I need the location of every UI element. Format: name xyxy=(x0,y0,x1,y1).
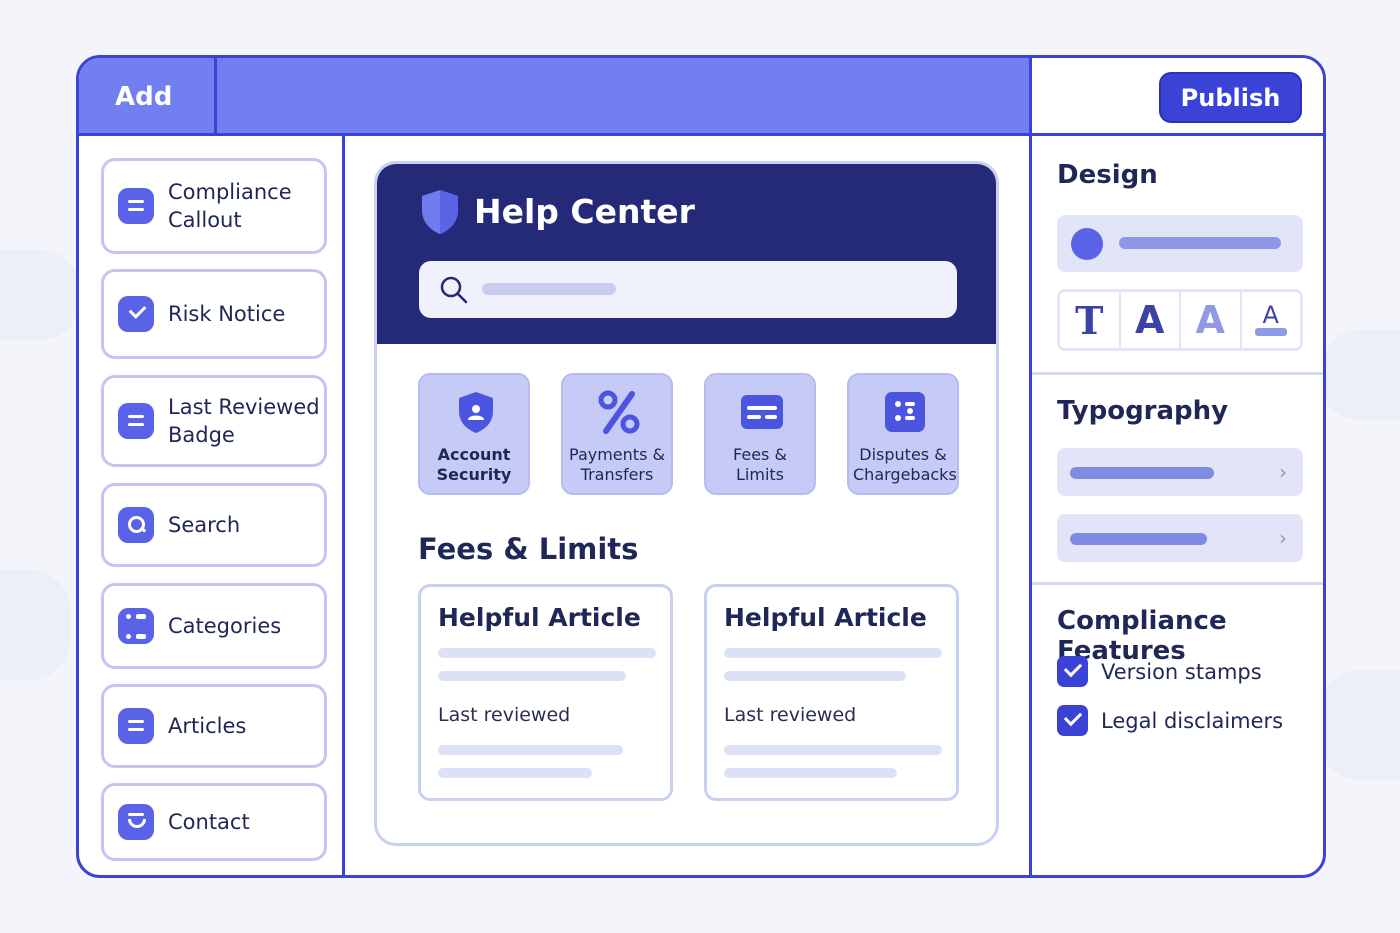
publish-button[interactable]: Publish xyxy=(1159,72,1302,123)
text-placeholder xyxy=(438,745,623,755)
page-title: Help Center xyxy=(474,192,695,231)
article-title: Helpful Article xyxy=(724,603,927,632)
builder-window: Add Publish Compliance Callout Risk Noti… xyxy=(76,55,1326,878)
category-label: Disputes & Chargebacks xyxy=(853,445,957,484)
divider xyxy=(1032,582,1323,585)
help-center-header: Help Center xyxy=(377,164,996,344)
canvas: Help Center Account Security Payments & … xyxy=(345,136,1029,875)
search-placeholder xyxy=(482,283,616,295)
sidebar-item-risk-notice[interactable]: Risk Notice xyxy=(101,269,327,359)
underline-letter: A xyxy=(1262,301,1279,329)
help-center-preview[interactable]: Help Center Account Security Payments & … xyxy=(374,161,999,846)
text-placeholder xyxy=(438,768,592,778)
feature-label: Version stamps xyxy=(1101,659,1262,684)
search-icon xyxy=(118,507,154,543)
font-option-light[interactable]: A xyxy=(1181,292,1242,348)
color-value-placeholder xyxy=(1119,237,1281,249)
option-placeholder xyxy=(1070,467,1214,479)
background-shape xyxy=(1320,670,1400,780)
font-style-picker: T A A A xyxy=(1057,289,1303,351)
lines-icon xyxy=(118,403,154,439)
chevron-right-icon: › xyxy=(1279,460,1287,484)
grid-icon xyxy=(118,608,154,644)
feature-label: Legal disclaimers xyxy=(1101,708,1284,733)
typography-option[interactable]: › xyxy=(1057,448,1303,496)
last-reviewed-label: Last reviewed xyxy=(438,704,571,726)
sidebar-item-categories[interactable]: Categories xyxy=(101,583,327,669)
text-placeholder xyxy=(724,768,897,778)
shield-user-icon xyxy=(459,392,493,433)
background-shape xyxy=(0,250,80,340)
sidebar-item-label: Articles xyxy=(168,714,247,738)
category-label: Payments & Transfers xyxy=(569,445,665,484)
category-tile-disputes[interactable]: Disputes & Chargebacks xyxy=(847,373,959,495)
article-title: Helpful Article xyxy=(438,603,641,632)
background-shape xyxy=(1320,330,1400,420)
divider xyxy=(1032,372,1323,375)
sidebar-item-label: Compliance Callout xyxy=(168,180,292,232)
checkbox-checked-icon[interactable] xyxy=(1057,656,1088,687)
color-swatch[interactable] xyxy=(1071,228,1103,260)
top-toolbar: Add xyxy=(79,58,1029,136)
text-placeholder xyxy=(724,648,942,658)
text-placeholder xyxy=(438,648,656,658)
list-icon xyxy=(885,392,925,432)
lines-icon xyxy=(118,708,154,744)
typography-option[interactable]: › xyxy=(1057,514,1303,562)
text-placeholder xyxy=(438,671,626,681)
sidebar-item-contact[interactable]: Contact xyxy=(101,783,327,861)
properties-panel: Design T A A A Typography › › Compliance… xyxy=(1029,136,1323,875)
article-card[interactable]: Helpful Article Last reviewed xyxy=(704,584,959,801)
last-reviewed-label: Last reviewed xyxy=(724,704,857,726)
sidebar-item-label: Categories xyxy=(168,614,282,638)
category-label: Fees & Limits xyxy=(733,445,787,484)
sidebar-item-search[interactable]: Search xyxy=(101,483,327,567)
font-option-serif[interactable]: T xyxy=(1060,292,1121,348)
font-option-sans[interactable]: A xyxy=(1121,292,1181,348)
sidebar-item-compliance-callout[interactable]: Compliance Callout xyxy=(101,158,327,254)
category-tile-account-security[interactable]: Account Security xyxy=(418,373,530,495)
search-input[interactable] xyxy=(419,261,957,318)
checkbox-checked-icon[interactable] xyxy=(1057,705,1088,736)
chevron-right-icon: › xyxy=(1279,526,1287,550)
sidebar-item-label: Search xyxy=(168,513,241,537)
color-picker[interactable] xyxy=(1057,215,1303,272)
option-placeholder xyxy=(1070,533,1207,545)
sidebar-item-last-reviewed-badge[interactable]: Last Reviewed Badge xyxy=(101,375,327,467)
shield-icon xyxy=(422,190,458,234)
component-sidebar: Compliance Callout Risk Notice Last Revi… xyxy=(79,136,345,875)
font-option-underline[interactable]: A xyxy=(1242,292,1301,348)
search-icon xyxy=(440,276,468,304)
text-placeholder xyxy=(724,671,906,681)
feature-version-stamps[interactable]: Version stamps xyxy=(1057,656,1262,687)
add-tab[interactable]: Add xyxy=(79,58,217,136)
category-tile-payments[interactable]: Payments & Transfers xyxy=(561,373,673,495)
lines-icon xyxy=(118,188,154,224)
top-actions: Publish xyxy=(1029,58,1323,136)
section-title: Fees & Limits xyxy=(418,532,639,566)
sidebar-item-label: Contact xyxy=(168,810,250,834)
background-shape xyxy=(0,570,70,680)
sidebar-item-articles[interactable]: Articles xyxy=(101,684,327,768)
percent-icon xyxy=(598,390,640,434)
typography-title: Typography xyxy=(1057,396,1229,426)
design-title: Design xyxy=(1057,160,1158,190)
category-label: Account Security xyxy=(436,445,512,484)
card-icon xyxy=(741,395,783,429)
sidebar-item-label: Risk Notice xyxy=(168,302,286,326)
underline-bar xyxy=(1254,328,1287,336)
sidebar-item-label: Last Reviewed Badge xyxy=(168,395,320,447)
category-tile-fees-limits[interactable]: Fees & Limits xyxy=(704,373,816,495)
feature-legal-disclaimers[interactable]: Legal disclaimers xyxy=(1057,705,1283,736)
check-icon xyxy=(118,296,154,332)
text-placeholder xyxy=(724,745,942,755)
article-card[interactable]: Helpful Article Last reviewed xyxy=(418,584,673,801)
smile-icon xyxy=(118,804,154,840)
